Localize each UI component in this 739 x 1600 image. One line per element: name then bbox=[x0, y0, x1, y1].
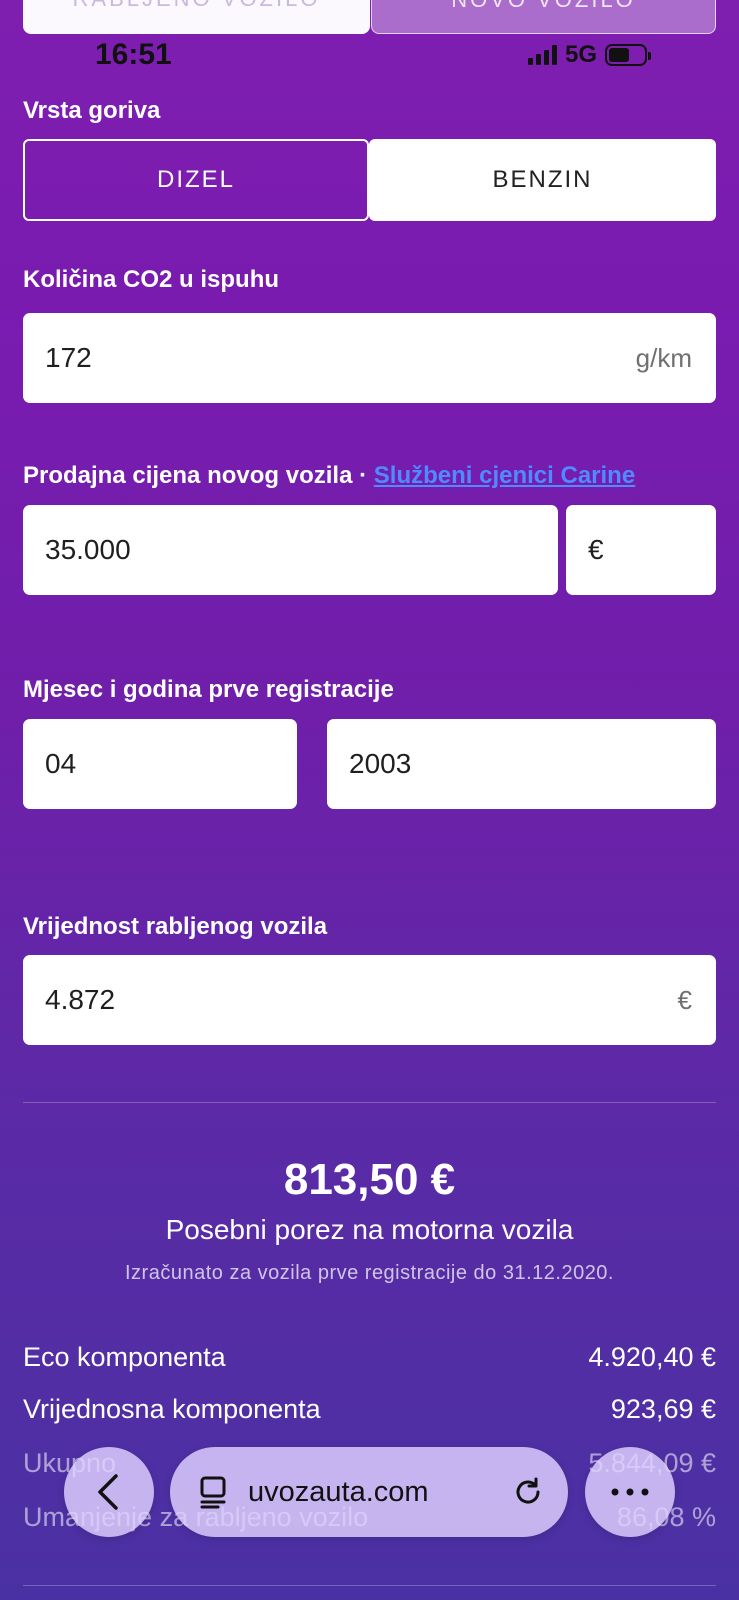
price-value: 35.000 bbox=[45, 534, 131, 565]
fuel-option-benzin-label: BENZIN bbox=[492, 166, 593, 193]
price-label: Prodajna cijena novog vozila bbox=[23, 462, 353, 489]
used-value-input[interactable]: 4.872 € bbox=[23, 955, 716, 1045]
fuel-option-dizel[interactable]: DIZEL bbox=[23, 139, 369, 221]
status-time: 16:51 bbox=[95, 38, 172, 71]
breakdown-value: 923,69 € bbox=[610, 1394, 716, 1424]
breakdown-row-value-component: Vrijednosna komponenta 923,69 € bbox=[23, 1394, 716, 1425]
network-type: 5G bbox=[565, 41, 598, 68]
more-dots-icon bbox=[611, 1488, 649, 1496]
fuel-option-benzin[interactable]: BENZIN bbox=[369, 139, 716, 221]
used-value-unit: € bbox=[677, 984, 692, 1015]
customs-price-list-link[interactable]: Službeni cjenici Carine bbox=[374, 462, 635, 489]
tab-new-vehicle-label: NOVO VOZILO bbox=[451, 0, 636, 12]
result-title: Posebni porez na motorna vozila bbox=[165, 1214, 574, 1245]
registration-month-input[interactable]: 04 bbox=[23, 719, 297, 809]
co2-label: Količina CO2 u ispuhu bbox=[23, 266, 280, 293]
tab-new-vehicle[interactable]: NOVO VOZILO bbox=[371, 0, 716, 34]
fuel-option-dizel-label: DIZEL bbox=[156, 166, 235, 193]
section-divider bbox=[23, 1102, 716, 1103]
breakdown-label: Vrijednosna komponenta bbox=[23, 1394, 321, 1424]
browser-more-button[interactable] bbox=[585, 1447, 675, 1537]
signal-icon bbox=[528, 45, 557, 65]
registration-year-value: 2003 bbox=[349, 748, 412, 779]
browser-address-bar[interactable]: uvozauta.com bbox=[170, 1447, 568, 1537]
tabs-icon bbox=[200, 1476, 226, 1509]
price-input[interactable]: 35.000 bbox=[23, 505, 558, 595]
registration-label: Mjesec i godina prve registracije bbox=[23, 676, 394, 703]
result-amount: 813,50 € bbox=[283, 1155, 456, 1204]
co2-unit: g/km bbox=[635, 342, 692, 373]
fuel-type-label: Vrsta goriva bbox=[23, 97, 161, 124]
price-label-row: Prodajna cijena novog vozila · Službeni … bbox=[23, 462, 635, 490]
currency-select[interactable]: € bbox=[566, 505, 716, 595]
used-value-value: 4.872 bbox=[45, 984, 116, 1015]
tab-used-vehicle-label: RABLJENO VOZILO bbox=[73, 0, 321, 11]
registration-year-input[interactable]: 2003 bbox=[327, 719, 716, 809]
chevron-left-icon bbox=[98, 1474, 118, 1510]
co2-value: 172 bbox=[45, 342, 92, 373]
battery-icon bbox=[605, 44, 652, 66]
currency-value: € bbox=[588, 534, 604, 565]
bottom-divider bbox=[23, 1585, 716, 1586]
price-separator: · bbox=[359, 462, 368, 489]
result-note: Izračunato za vozila prve registracije d… bbox=[125, 1262, 614, 1284]
breakdown-value: 4.920,40 € bbox=[588, 1342, 716, 1372]
reload-icon[interactable] bbox=[512, 1476, 544, 1508]
breakdown-label: Eco komponenta bbox=[23, 1342, 226, 1372]
used-value-label: Vrijednost rabljenog vozila bbox=[23, 913, 328, 940]
breakdown-row-eco: Eco komponenta 4.920,40 € bbox=[23, 1342, 716, 1373]
browser-url: uvozauta.com bbox=[248, 1475, 429, 1508]
status-indicators: 5G bbox=[528, 40, 652, 70]
browser-back-button[interactable] bbox=[64, 1447, 154, 1537]
registration-month-value: 04 bbox=[45, 748, 77, 779]
co2-input[interactable]: 172 g/km bbox=[23, 313, 716, 403]
tab-used-vehicle[interactable]: RABLJENO VOZILO bbox=[23, 0, 370, 34]
